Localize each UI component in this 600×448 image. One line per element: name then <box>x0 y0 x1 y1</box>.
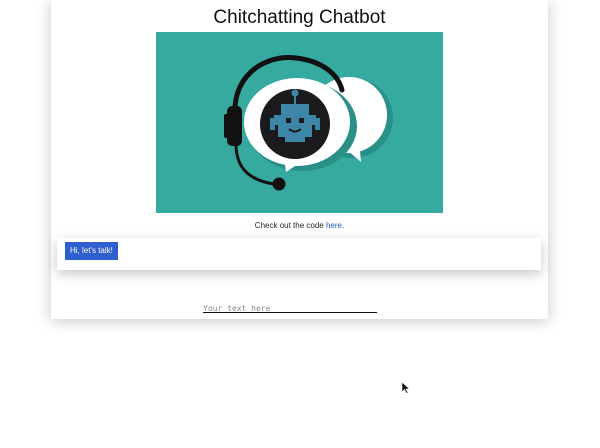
caption-text: Check out the code <box>254 221 326 230</box>
code-link[interactable]: here <box>326 221 342 230</box>
message-input[interactable] <box>203 302 377 315</box>
message-input-wrapper <box>203 298 377 315</box>
page: Chitchatting Chatbot Check out the code … <box>0 0 600 448</box>
caption-suffix: . <box>341 221 345 230</box>
page-title: Chitchatting Chatbot <box>213 7 386 28</box>
chatbot-card: Chitchatting Chatbot Check out the code … <box>51 0 548 319</box>
code-caption: Check out the code here. <box>51 221 548 231</box>
bot-message: Hi, let's talk! <box>65 242 118 260</box>
chatbot-headset-icon <box>156 32 443 213</box>
mouse-cursor-icon <box>402 382 410 394</box>
chat-panel: Hi, let's talk! <box>57 238 541 270</box>
